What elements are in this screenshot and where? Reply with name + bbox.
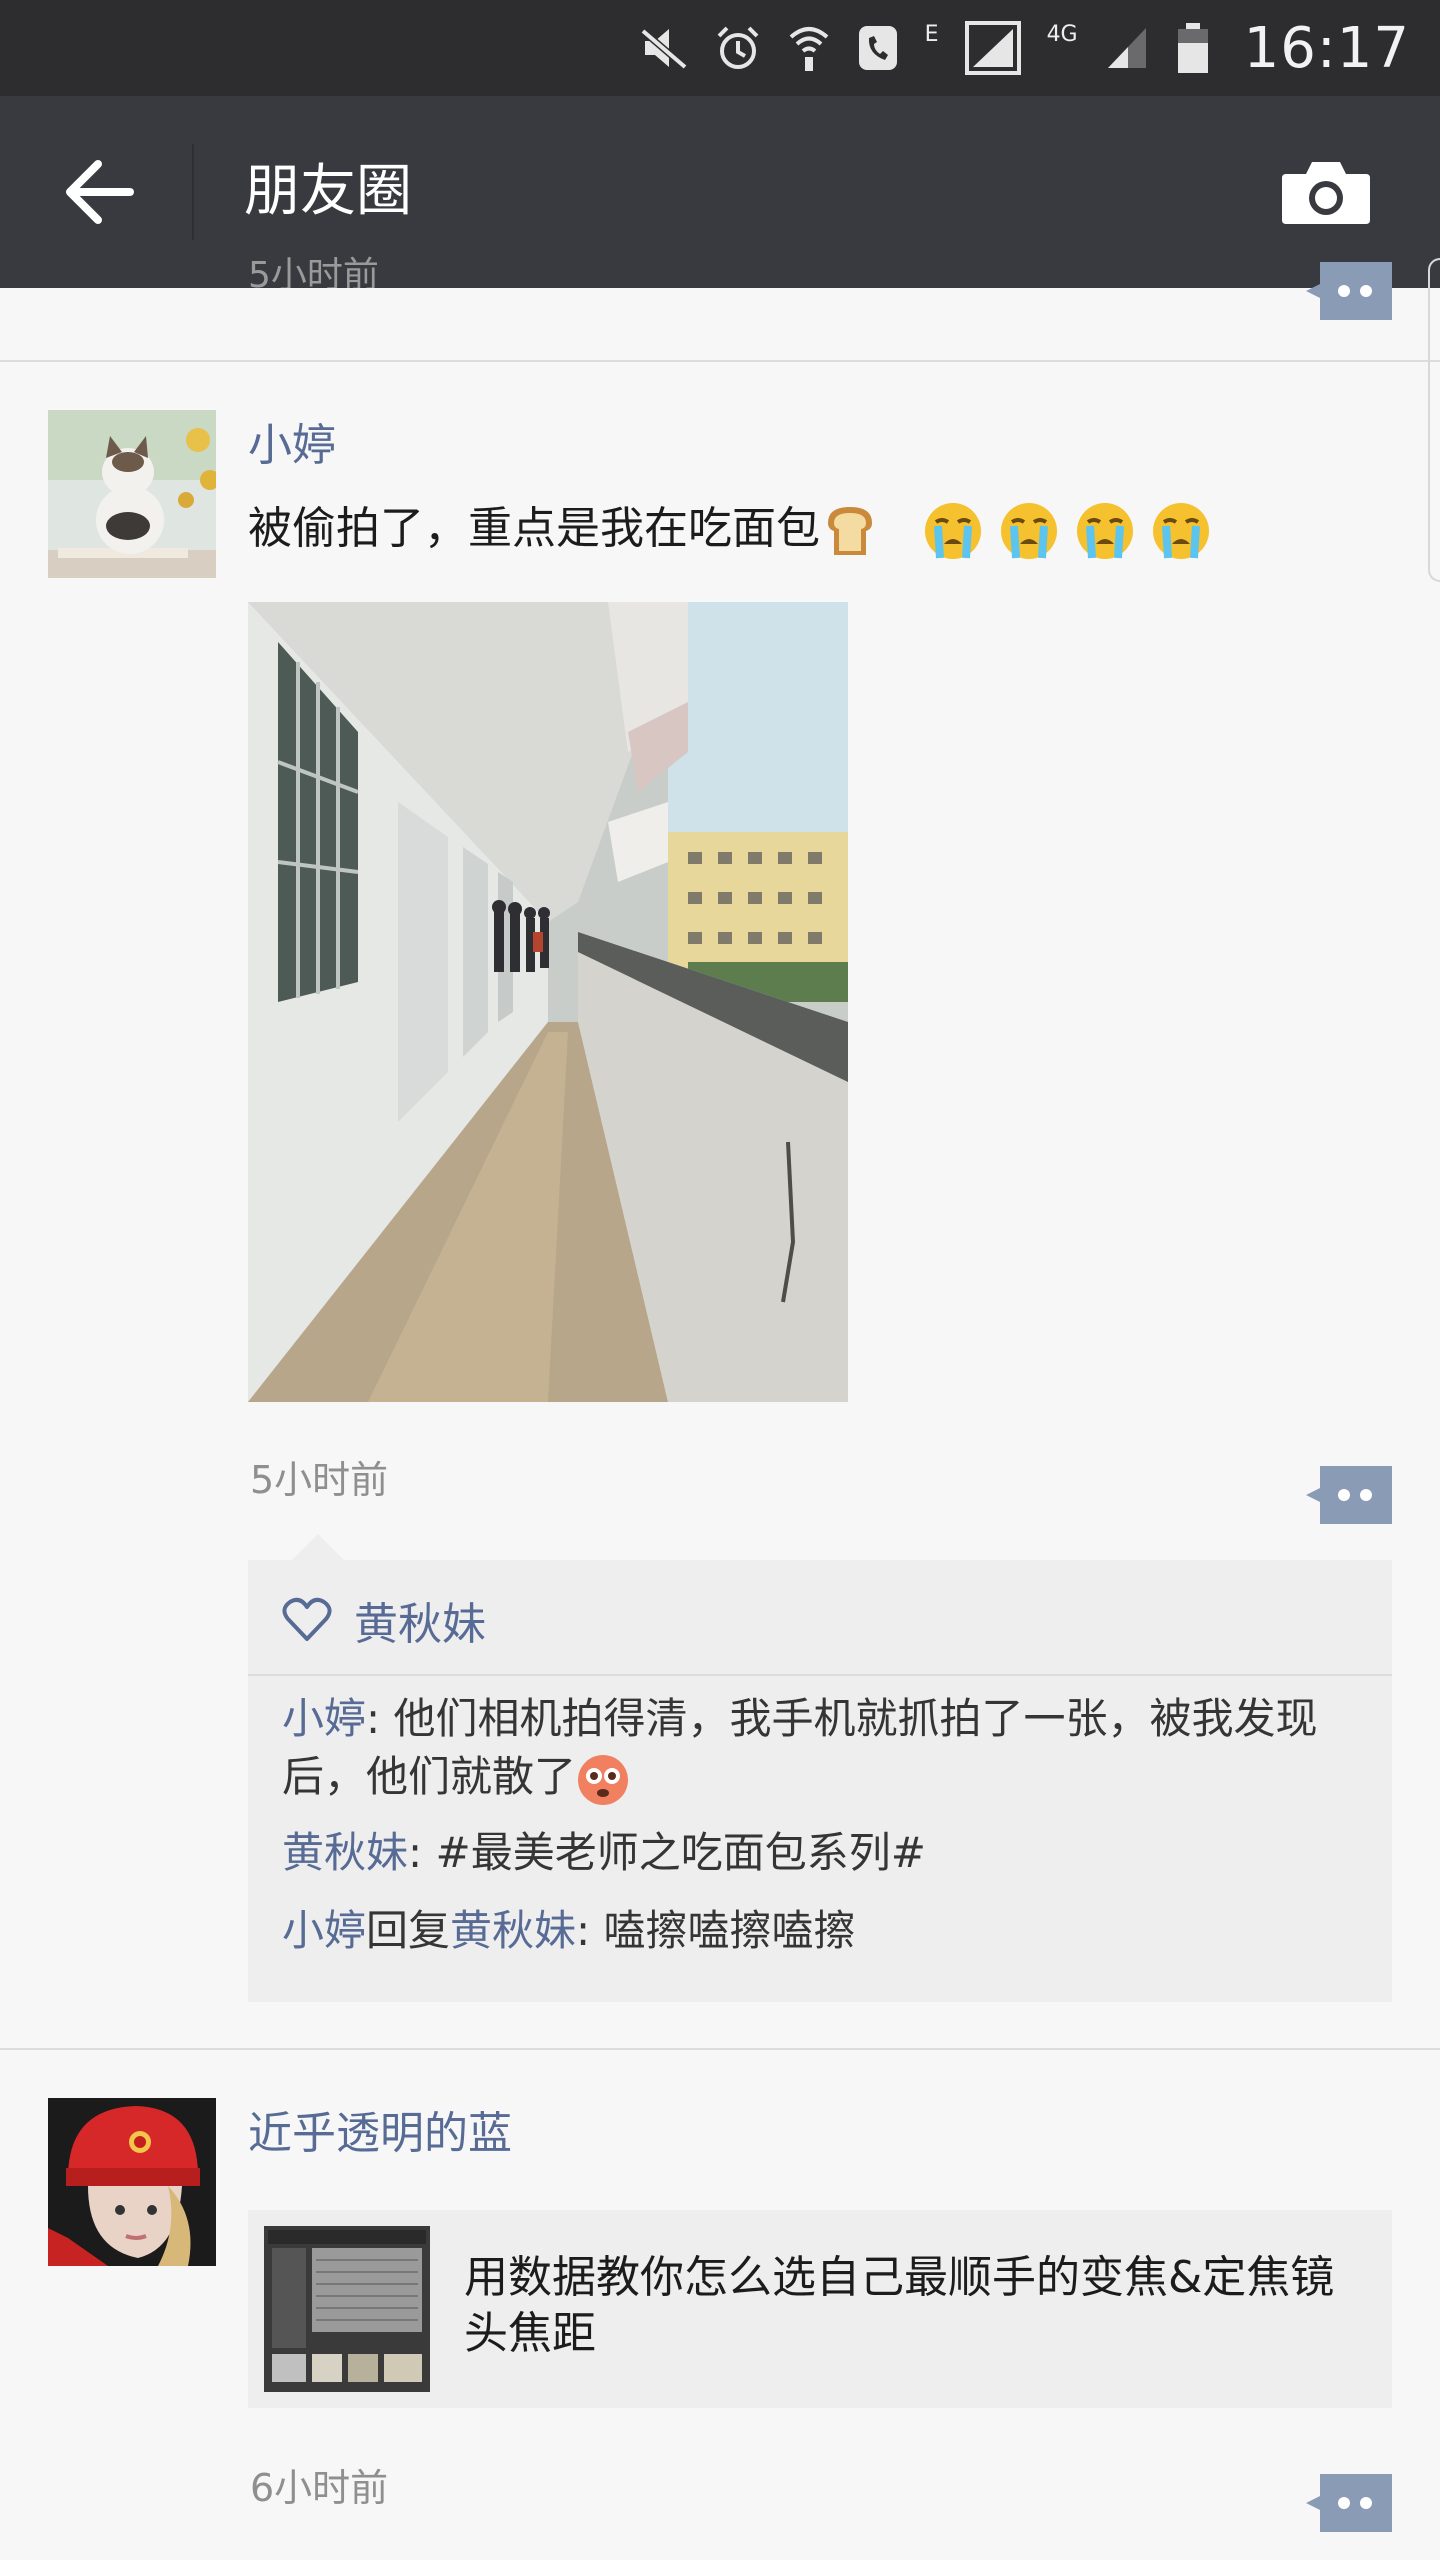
link-thumbnail-image <box>264 2226 430 2392</box>
previous-comment-button[interactable] <box>1306 262 1392 320</box>
liker-name[interactable]: 黄秋妹 <box>354 1588 486 1652</box>
title-bar: 朋友圈 <box>0 96 1440 288</box>
post-time: 6小时前 <box>250 2466 389 2510</box>
flushed-emoji-icon <box>578 1754 629 1805</box>
bread-emoji-icon <box>828 507 872 555</box>
status-icons: E 4G 16:17 <box>639 0 1440 96</box>
phone-call-icon <box>858 26 897 70</box>
comment-item[interactable]: 小婷回复黄秋妹: 嗑擦嗑擦嗑擦 <box>282 1902 1372 1960</box>
post-text-body: 被偷拍了，重点是我在吃面包 <box>248 503 820 554</box>
scroll-indicator[interactable] <box>1428 258 1440 582</box>
crying-emoji-icon <box>925 503 981 559</box>
avatar[interactable] <box>48 2098 216 2266</box>
comment-text: : #最美老师之吃面包系列# <box>408 1828 926 1877</box>
avatar-cat-image <box>48 410 216 578</box>
status-time: 16:17 <box>1243 15 1410 81</box>
comment-item[interactable]: 黄秋妹: #最美老师之吃面包系列# <box>282 1824 1372 1882</box>
comment-text: : 嗑擦嗑擦嗑擦 <box>576 1906 856 1955</box>
post-author-name[interactable]: 小婷 <box>248 416 336 476</box>
post-separator <box>0 360 1440 362</box>
alarm-icon <box>717 26 759 69</box>
reply-word: 回复 <box>366 1906 451 1955</box>
avatar-red-hat-image <box>48 2098 216 2266</box>
crying-emoji-icon <box>1001 503 1057 559</box>
corridor-photo-image <box>248 602 848 1402</box>
comment-author[interactable]: 小婷 <box>282 1694 366 1743</box>
mute-icon <box>640 28 687 70</box>
link-thumbnail <box>264 2226 430 2392</box>
back-arrow-icon[interactable] <box>60 156 140 228</box>
crying-emoji-icon <box>1077 503 1133 559</box>
post-time: 5小时前 <box>250 1458 389 1502</box>
shared-link-card[interactable]: 用数据教你怎么选自己最顺手的变焦&定焦镜头焦距 <box>248 2210 1392 2408</box>
page-title: 朋友圈 <box>244 159 412 224</box>
like-row: 黄秋妹 <box>282 1588 486 1652</box>
avatar[interactable] <box>48 410 216 578</box>
comment-button[interactable] <box>1306 2474 1392 2532</box>
signal-strength-icon <box>1107 28 1146 68</box>
post-author-name[interactable]: 近乎透明的蓝 <box>248 2104 512 2164</box>
battery-icon <box>1177 23 1208 73</box>
comment-author[interactable]: 小婷 <box>282 1906 366 1955</box>
signal-icon <box>964 21 1021 75</box>
crying-emoji-icon <box>1153 503 1209 559</box>
network-type-4g: 4G <box>1046 21 1078 47</box>
post-text: 被偷拍了，重点是我在吃面包 <box>248 498 1212 562</box>
likes-divider <box>248 1674 1392 1676</box>
post-photo[interactable] <box>248 602 848 1402</box>
previous-post-time: 5小时前 <box>248 255 379 288</box>
post-separator <box>0 2048 1440 2050</box>
title-divider <box>192 144 194 240</box>
comment-text: : 他们相机拍得清，我手机就抓拍了一张，被我发现后，他们就散了 <box>282 1694 1318 1801</box>
reply-target[interactable]: 黄秋妹 <box>450 1906 576 1955</box>
heart-icon <box>282 1597 332 1641</box>
comment-author[interactable]: 黄秋妹 <box>282 1828 408 1877</box>
comment-item[interactable]: 小婷: 他们相机拍得清，我手机就抓拍了一张，被我发现后，他们就散了 <box>282 1690 1372 1807</box>
likes-and-comments-panel: 黄秋妹 小婷: 他们相机拍得清，我手机就抓拍了一张，被我发现后，他们就散了 黄秋… <box>248 1534 1392 2002</box>
link-title: 用数据教你怎么选自己最顺手的变焦&定焦镜头焦距 <box>464 2252 1335 2359</box>
wifi-call-icon <box>789 27 828 71</box>
status-bar: E 4G 16:17 <box>0 0 1440 96</box>
network-type-e: E <box>924 21 939 47</box>
camera-icon[interactable] <box>1280 158 1372 226</box>
comment-button[interactable] <box>1306 1466 1392 1524</box>
